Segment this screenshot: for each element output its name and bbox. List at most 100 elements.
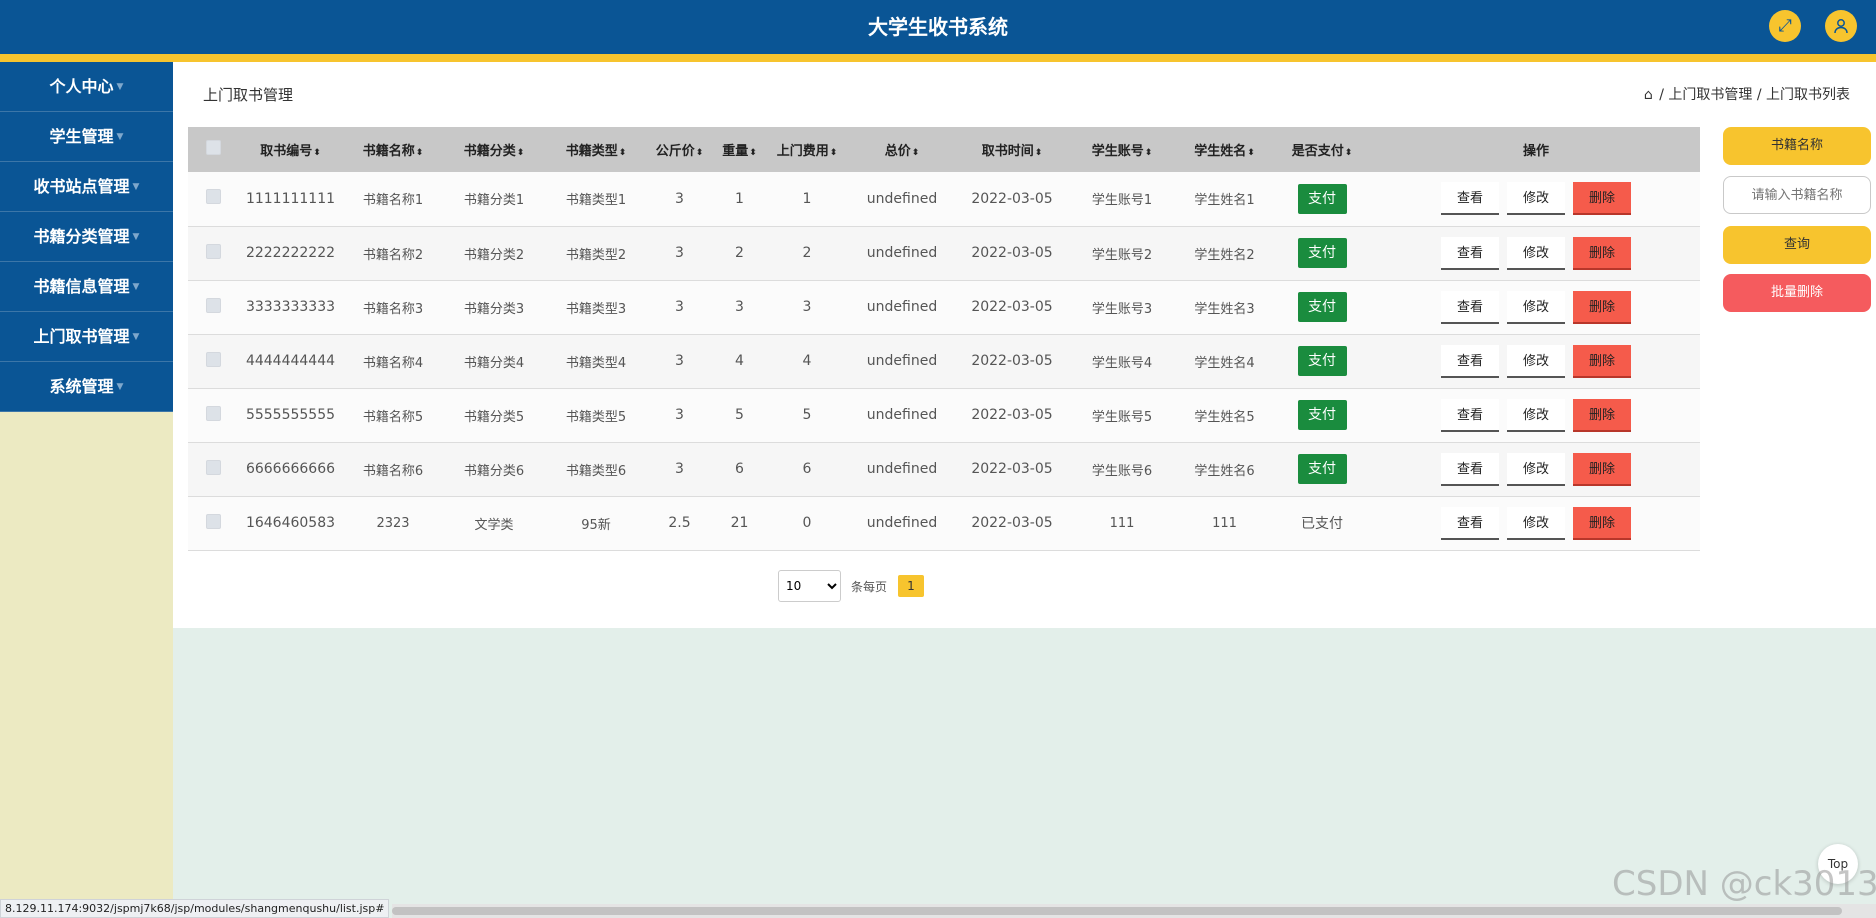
cell-student: 111 [1212, 515, 1237, 531]
delete-button[interactable]: 删除 [1573, 290, 1631, 324]
cell-actions: 查看 修改 删除 [1372, 388, 1700, 442]
cell-fee: 1 [802, 190, 812, 207]
table-header-row: 取书编号⬍ 书籍名称⬍ 书籍分类⬍ 书籍类型⬍ 公斤价⬍ 重量⬍ 上门费用⬍ 总… [188, 127, 1700, 172]
column-header[interactable]: 书籍类型⬍ [545, 127, 647, 172]
cell-account: 111 [1109, 515, 1135, 531]
batch-delete-button[interactable]: 批量删除 [1723, 274, 1871, 312]
page-number-current[interactable]: 1 [898, 575, 924, 597]
column-header[interactable]: 重量⬍ [712, 127, 767, 172]
row-checkbox[interactable] [205, 459, 221, 475]
row-checkbox[interactable] [205, 243, 221, 259]
sidebar-item-pickup[interactable]: 上门取书管理 ▼ [0, 312, 173, 362]
fullscreen-button[interactable]: ⤢ [1769, 10, 1801, 42]
sidebar-item-book-categories[interactable]: 书籍分类管理 ▼ [0, 212, 173, 262]
pay-button[interactable]: 支付 [1297, 292, 1347, 322]
breadcrumb-item: 上门取书列表 [1766, 87, 1850, 103]
view-button[interactable]: 查看 [1441, 506, 1499, 540]
page-size-select[interactable]: 10 [778, 570, 841, 602]
cell-student: 学生姓名4 [1194, 355, 1255, 371]
view-button[interactable]: 查看 [1441, 182, 1499, 216]
cell-id: 6666666666 [245, 461, 336, 477]
table-body: 1111111111 书籍名称1 书籍分类1 书籍类型1 3 1 1 undefined 202… [188, 172, 1700, 550]
caret-down-icon: ▼ [116, 82, 124, 92]
edit-button[interactable]: 修改 [1507, 182, 1565, 216]
home-icon[interactable]: ⌂ [1644, 87, 1653, 103]
edit-button[interactable]: 修改 [1507, 398, 1565, 432]
view-button[interactable]: 查看 [1441, 398, 1499, 432]
pay-button[interactable]: 支付 [1297, 183, 1347, 214]
column-header[interactable]: 书籍名称⬍ [343, 127, 443, 172]
delete-button[interactable]: 删除 [1573, 452, 1631, 486]
sidebar-item-stations[interactable]: 收书站点管理 ▼ [0, 162, 173, 212]
user-button[interactable] [1825, 10, 1857, 42]
sidebar-item-students[interactable]: 学生管理 ▼ [0, 112, 173, 162]
query-button[interactable]: 查询 [1723, 226, 1871, 264]
edit-button[interactable]: 修改 [1507, 452, 1565, 486]
column-header[interactable]: 学生账号⬍ [1067, 127, 1177, 172]
caret-down-icon: ▼ [132, 282, 140, 292]
cell-fee: 0 [802, 515, 812, 531]
view-button[interactable]: 查看 [1441, 236, 1499, 270]
cell-weight: 6 [735, 461, 744, 477]
edit-button[interactable]: 修改 [1507, 506, 1565, 540]
sidebar-item-label: 上门取书管理 [33, 327, 130, 346]
pay-button[interactable]: 支付 [1297, 454, 1347, 484]
sidebar-item-personal-center[interactable]: 个人中心 ▼ [0, 62, 173, 112]
pay-button[interactable]: 支付 [1297, 400, 1347, 430]
column-header[interactable]: 总价⬍ [847, 127, 957, 172]
delete-button[interactable]: 删除 [1573, 236, 1631, 270]
column-header[interactable]: 书籍分类⬍ [443, 127, 545, 172]
cell-total: undefined [866, 299, 938, 315]
data-table: 取书编号⬍ 书籍名称⬍ 书籍分类⬍ 书籍类型⬍ 公斤价⬍ 重量⬍ 上门费用⬍ 总… [188, 127, 1700, 551]
view-button[interactable]: 查看 [1441, 290, 1499, 324]
cell-fee: 3 [802, 299, 812, 315]
delete-button[interactable]: 删除 [1573, 182, 1631, 216]
cell-weight: 21 [730, 515, 749, 531]
cell-type: 书籍类型3 [565, 301, 627, 317]
view-button[interactable]: 查看 [1441, 452, 1499, 486]
cell-name: 书籍名称4 [362, 355, 424, 371]
row-checkbox[interactable] [205, 351, 221, 367]
cell-name: 书籍名称5 [362, 409, 424, 425]
cell-type: 95新 [581, 517, 611, 533]
sort-icon: ⬍ [516, 148, 525, 158]
column-header[interactable]: 公斤价⬍ [647, 127, 712, 172]
sort-icon: ⬍ [313, 148, 321, 158]
edit-button[interactable]: 修改 [1507, 236, 1565, 270]
search-input[interactable] [1723, 176, 1871, 214]
select-all-checkbox[interactable] [205, 140, 221, 155]
column-header[interactable]: 是否支付⬍ [1272, 127, 1372, 172]
cell-weight: 2 [735, 245, 744, 261]
pay-button[interactable]: 支付 [1297, 346, 1347, 376]
row-checkbox[interactable] [205, 189, 221, 205]
delete-button[interactable]: 删除 [1573, 506, 1631, 540]
edit-button[interactable]: 修改 [1507, 344, 1565, 378]
cell-type: 书籍类型1 [565, 193, 627, 209]
sidebar-item-book-info[interactable]: 书籍信息管理 ▼ [0, 262, 173, 312]
scrollbar-thumb[interactable] [392, 907, 1842, 915]
delete-button[interactable]: 删除 [1573, 344, 1631, 378]
row-checkbox[interactable] [205, 513, 221, 529]
cell-actions: 查看 修改 删除 [1372, 334, 1700, 388]
row-checkbox[interactable] [205, 297, 221, 313]
sidebar-item-system[interactable]: 系统管理 ▼ [0, 362, 173, 412]
app-title: 大学生收书系统 [868, 15, 1008, 39]
view-button[interactable]: 查看 [1441, 344, 1499, 378]
pay-button[interactable]: 支付 [1297, 238, 1347, 268]
sort-icon: ⬍ [749, 148, 757, 158]
column-header[interactable]: 学生姓名⬍ [1177, 127, 1272, 172]
sidebar-item-label: 书籍信息管理 [33, 277, 130, 296]
cell-weight: 4 [735, 353, 744, 369]
column-header[interactable]: 取书编号⬍ [238, 127, 343, 172]
row-checkbox[interactable] [205, 405, 221, 421]
cell-actions: 查看 修改 删除 [1372, 496, 1700, 550]
breadcrumb-item[interactable]: 上门取书管理 [1668, 87, 1752, 103]
edit-button[interactable]: 修改 [1507, 290, 1565, 324]
cell-actions: 查看 修改 删除 [1372, 280, 1700, 334]
horizontal-scrollbar[interactable] [392, 904, 1876, 918]
cell-category: 书籍分类6 [463, 463, 525, 479]
column-header[interactable]: 取书时间⬍ [957, 127, 1067, 172]
column-header[interactable]: 上门费用⬍ [767, 127, 847, 172]
delete-button[interactable]: 删除 [1573, 398, 1631, 432]
table-row: 5555555555 书籍名称5 书籍分类5 书籍类型5 3 5 5 undefined 202… [188, 388, 1700, 442]
